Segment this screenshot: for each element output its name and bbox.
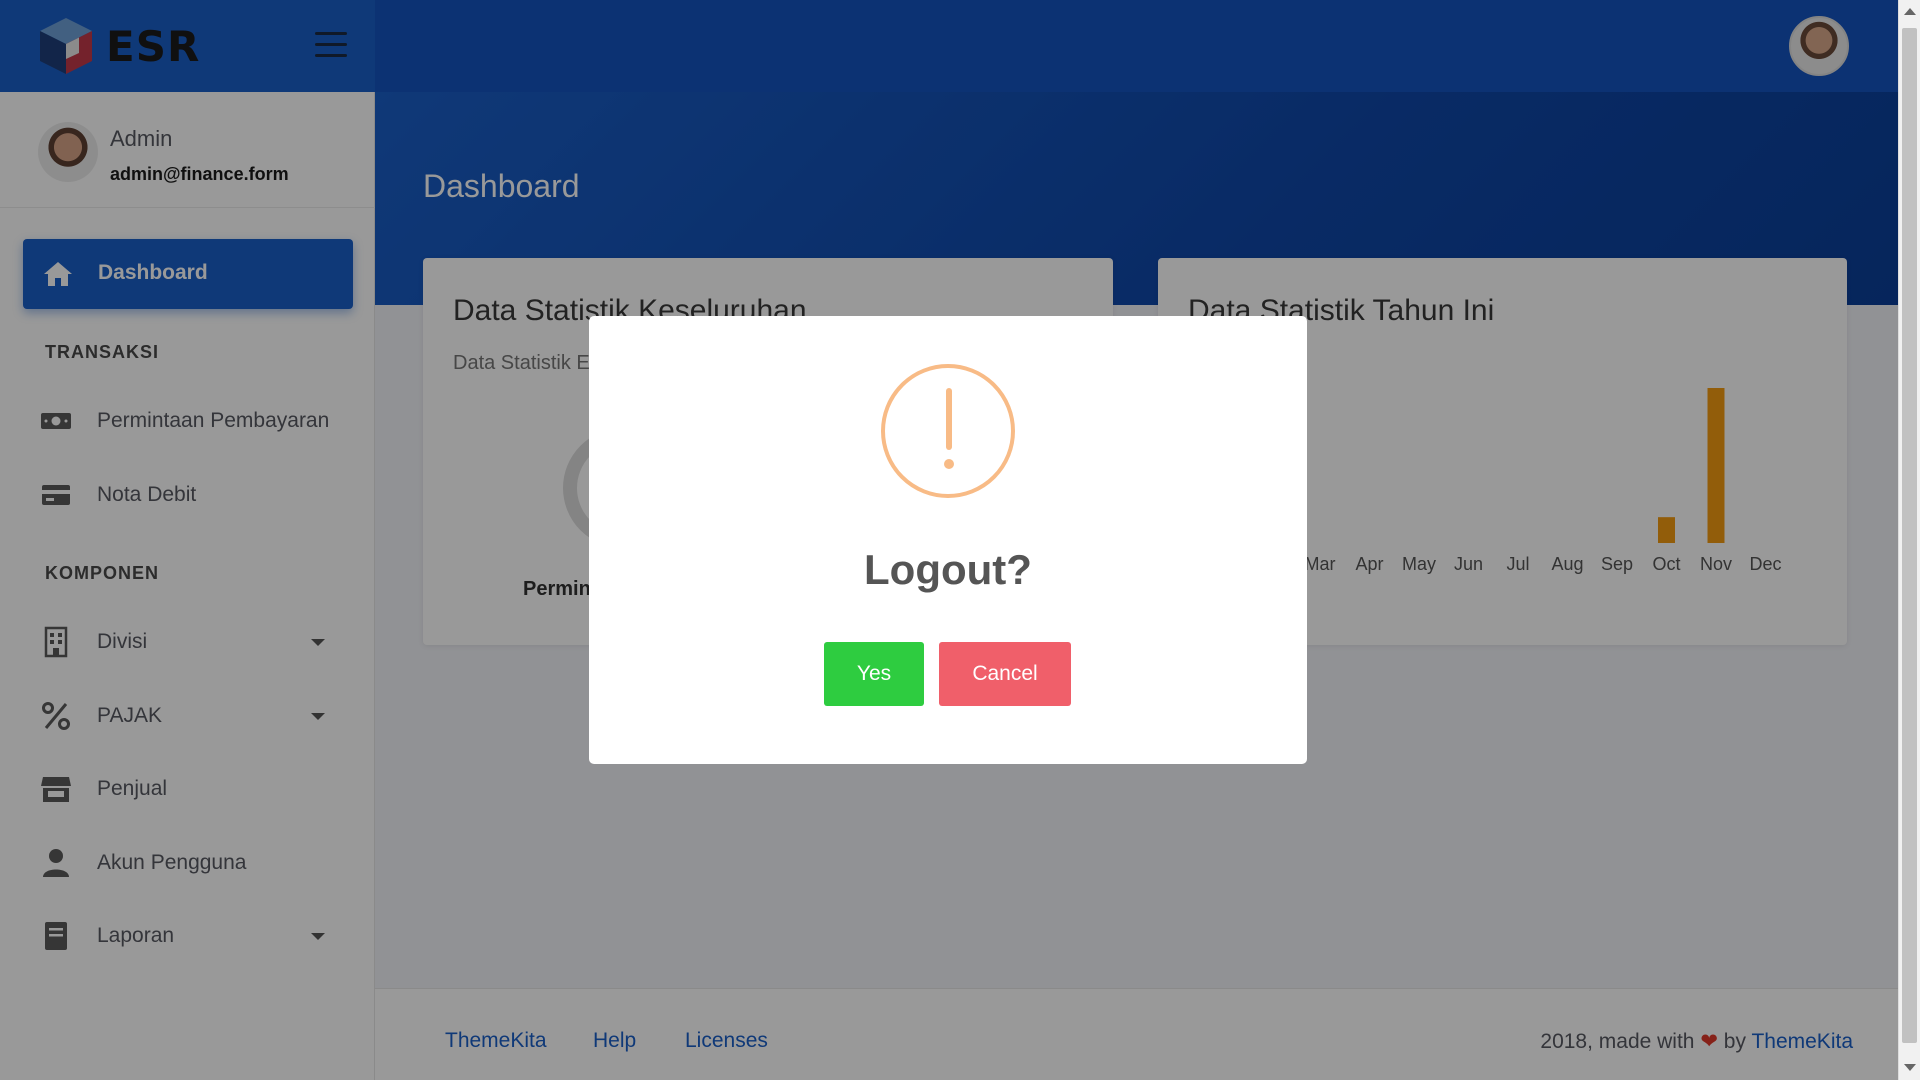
cancel-button[interactable]: Cancel bbox=[939, 642, 1071, 706]
logout-dialog: Logout? Yes Cancel bbox=[589, 316, 1307, 764]
confirm-logout-button[interactable]: Yes bbox=[824, 642, 924, 706]
scroll-up-arrow-icon[interactable] bbox=[1904, 8, 1916, 15]
warning-icon bbox=[881, 364, 1015, 498]
page-scrollbar[interactable] bbox=[1898, 0, 1920, 1080]
dialog-title: Logout? bbox=[864, 546, 1032, 593]
scroll-down-arrow-icon[interactable] bbox=[1904, 1064, 1916, 1071]
scroll-thumb[interactable] bbox=[1902, 28, 1917, 1043]
